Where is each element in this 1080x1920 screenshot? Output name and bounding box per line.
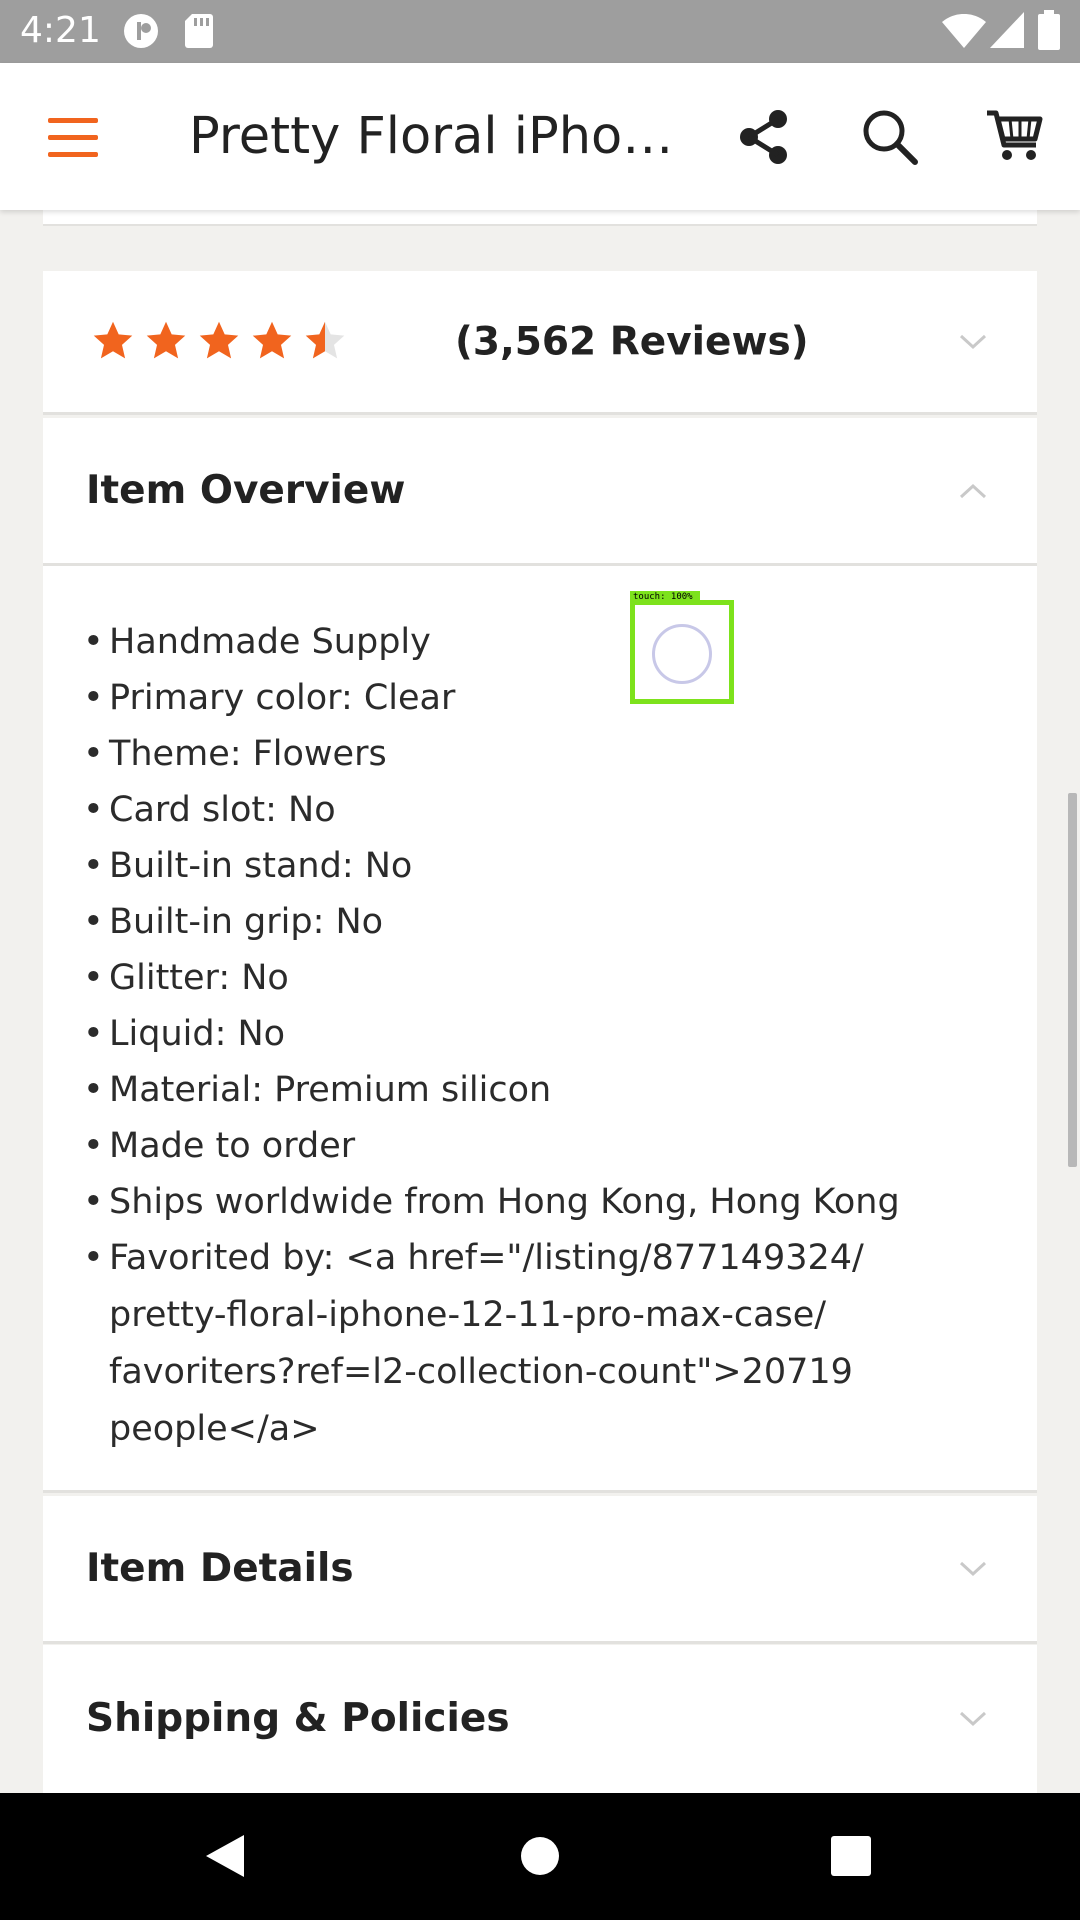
shipping-policies-header[interactable]: Shipping & Policies <box>43 1645 1037 1793</box>
page-title: Pretty Floral iPho… <box>189 107 674 166</box>
status-bar: 4:21 <box>0 0 1080 63</box>
chevron-up-icon[interactable] <box>959 483 987 499</box>
scrollbar[interactable] <box>1068 793 1077 1167</box>
favorited-line: favoriters?ref=l2-collection-count">2071… <box>109 1352 853 1392</box>
home-icon[interactable] <box>520 1836 560 1876</box>
list-item: Ships worldwide from Hong Kong, Hong Kon… <box>83 1174 983 1230</box>
list-item: Handmade Supply <box>83 614 983 670</box>
item-overview-body: Handmade Supply Primary color: Clear The… <box>43 566 1037 1493</box>
cart-icon[interactable] <box>985 107 1043 165</box>
star-icon <box>93 321 133 358</box>
system-nav-bar <box>0 1793 1080 1920</box>
chevron-down-icon[interactable] <box>959 1561 987 1577</box>
wifi-icon <box>942 14 986 48</box>
star-icon <box>199 321 239 358</box>
overview-list: Handmade Supply Primary color: Clear The… <box>83 614 983 1458</box>
sd-card-icon <box>185 14 213 48</box>
section-title: Shipping & Policies <box>86 1696 510 1741</box>
reviews-count: (3,562 Reviews) <box>455 319 809 364</box>
chevron-down-icon[interactable] <box>959 334 987 350</box>
item-overview-header[interactable]: Item Overview <box>43 418 1037 566</box>
list-item: Built-in stand: No <box>83 838 983 894</box>
share-icon[interactable] <box>738 109 790 165</box>
favorited-line: pretty-floral-iphone-12-11-pro-max-case/ <box>109 1295 827 1335</box>
list-item: Built-in grip: No <box>83 894 983 950</box>
star-icon <box>252 321 292 358</box>
list-item: Material: Premium silicon <box>83 1062 983 1118</box>
data-saver-icon <box>124 14 158 48</box>
search-icon[interactable] <box>862 109 918 165</box>
reviews-row[interactable]: (3,562 Reviews) <box>43 271 1037 415</box>
section-title: Item Details <box>86 1545 354 1591</box>
signal-icon <box>990 12 1024 48</box>
list-item: Liquid: No <box>83 1006 983 1062</box>
back-icon[interactable] <box>204 1833 246 1879</box>
item-details-header[interactable]: Item Details <box>43 1496 1037 1644</box>
list-item: Glitter: No <box>83 950 983 1006</box>
menu-icon[interactable] <box>48 116 98 160</box>
app-bar: Pretty Floral iPho… <box>0 63 1080 210</box>
chevron-down-icon[interactable] <box>959 1711 987 1727</box>
status-time: 4:21 <box>20 10 101 51</box>
section-title: Item Overview <box>86 467 406 513</box>
list-item: Theme: Flowers <box>83 726 983 782</box>
half-star-icon <box>305 321 345 358</box>
favorited-by-item: Favorited by: <a href="/listing/87714932… <box>83 1230 983 1458</box>
favorited-line: people</a> <box>109 1409 320 1449</box>
list-item: Primary color: Clear <box>83 670 983 726</box>
recents-icon[interactable] <box>831 1836 871 1876</box>
list-item: Made to order <box>83 1118 983 1174</box>
star-icon <box>146 321 186 358</box>
list-item: Card slot: No <box>83 782 983 838</box>
battery-icon <box>1038 10 1060 50</box>
touch-point <box>652 624 712 684</box>
favorited-line: Favorited by: <a href="/listing/87714932… <box>109 1238 864 1278</box>
